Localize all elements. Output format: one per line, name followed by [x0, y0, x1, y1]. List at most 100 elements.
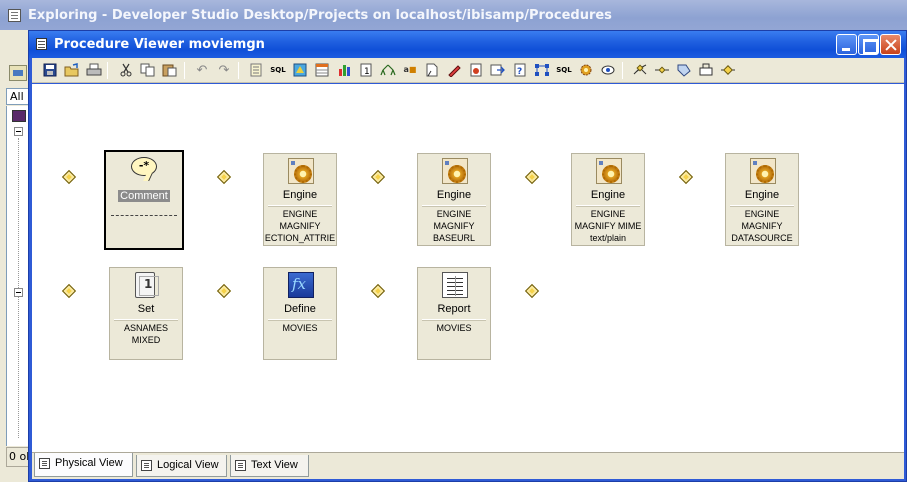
toolbar-separator [622, 62, 623, 79]
set-icon[interactable]: 1 [358, 62, 374, 78]
comment-node[interactable]: -* Comment [104, 150, 184, 250]
set-node[interactable]: Set ASNAMES MIXED [109, 267, 183, 360]
cut-icon[interactable] [118, 62, 134, 78]
node-text: ENGINEMAGNIFYBASEURLIIUUI_O_IHUI [418, 208, 490, 244]
tree-icon[interactable] [380, 62, 396, 78]
outer-explorer-pane: All F 0 ob [0, 30, 30, 482]
node-text-line: ENGINE [590, 209, 626, 219]
table-icon[interactable] [314, 62, 330, 78]
page-icon[interactable] [248, 62, 264, 78]
comment-icon: -* [131, 156, 157, 182]
join-icon[interactable]: a ■ [402, 62, 418, 78]
engine-icon [442, 158, 468, 184]
open-icon[interactable] [64, 62, 80, 78]
hierarchy-icon[interactable] [534, 62, 550, 78]
explorer-tree[interactable] [6, 106, 30, 446]
app-window-icon [8, 9, 21, 22]
node-divider [111, 215, 177, 216]
engine-icon [288, 158, 314, 184]
paste-icon[interactable] [162, 62, 178, 78]
outer-window-titlebar[interactable]: Exploring - Developer Studio Desktop/Pro… [0, 0, 907, 30]
tab-text-view[interactable]: Text View [230, 455, 309, 477]
collapse-toggle-icon[interactable] [14, 127, 23, 136]
engine-icon [750, 158, 776, 184]
node-divider [268, 319, 332, 321]
crystal-icon[interactable] [292, 62, 308, 78]
node-text: ENGINEMAGNIFYECTION_ATTRIEUUI_OO [264, 208, 336, 244]
sql-icon[interactable]: SQL [270, 62, 286, 78]
define-node[interactable]: Define MOVIES [263, 267, 337, 360]
toolbar: ↶ ↷ SQL 1 a ■ ? SQL [32, 58, 904, 83]
node-text-line: MAGNIFY [741, 221, 783, 231]
procedure-canvas[interactable]: -* Comment Engine ENGINE MAGNIFY ECTION_AT… [32, 84, 904, 452]
pencil-icon[interactable] [446, 62, 462, 78]
engine-node[interactable]: Engine ENGINE MAGNIFY MIME text/plain [571, 153, 645, 246]
node-title: Define [284, 303, 316, 315]
tab-label: Text View [251, 459, 298, 471]
collapse-toggle-icon[interactable] [14, 288, 23, 297]
node-text-line: MOVIES [282, 323, 318, 333]
node-text-line: MAGNIFY [433, 221, 475, 231]
export-icon[interactable] [490, 62, 506, 78]
node-text-line: DATASOURCE [731, 233, 793, 243]
file-icon[interactable] [424, 62, 440, 78]
node-divider [422, 319, 486, 321]
help-icon[interactable]: ? [512, 62, 528, 78]
connector-node[interactable] [61, 169, 77, 185]
connector-node[interactable] [216, 283, 232, 299]
tab-logical-view[interactable]: Logical View [136, 455, 227, 477]
redo-icon[interactable]: ↷ [216, 62, 232, 78]
svg-text:1: 1 [364, 67, 370, 77]
folder-picture-icon[interactable] [9, 65, 27, 81]
chart-icon[interactable] [336, 62, 352, 78]
undo-icon[interactable]: ↶ [194, 62, 210, 78]
node-text-line: ASNAMES [123, 323, 168, 333]
maximize-button[interactable] [858, 34, 879, 55]
tab-physical-view[interactable]: Physical View [34, 453, 133, 477]
procedure-viewer-titlebar[interactable]: Procedure Viewer moviemgn [29, 31, 906, 58]
connector-node[interactable] [370, 169, 386, 185]
flag-icon[interactable] [698, 62, 714, 78]
print-icon[interactable] [86, 62, 102, 78]
close-button[interactable] [880, 34, 901, 55]
explorer-filter-field[interactable]: All F [6, 88, 30, 105]
engine-icon[interactable] [578, 62, 594, 78]
node-text: ASNAMES MIXED [110, 322, 182, 358]
connect-icon[interactable] [632, 62, 648, 78]
function-icon [288, 272, 314, 298]
tag-icon[interactable] [676, 62, 692, 78]
minimize-button[interactable] [836, 34, 857, 55]
view-icon[interactable] [600, 62, 616, 78]
svg-text:?: ? [517, 67, 522, 77]
tab-label: Physical View [55, 457, 123, 469]
window-title: Procedure Viewer moviemgn [54, 37, 265, 52]
sql-report-icon[interactable]: SQL [556, 62, 572, 78]
report-node[interactable]: Report MOVIES [417, 267, 491, 360]
connector-node[interactable] [524, 283, 540, 299]
logical-view-icon [141, 460, 152, 471]
engine-node[interactable]: Engine ENGINEMAGNIFYBASEURLIIUUI_O_IHUI [417, 153, 491, 246]
node-text-line: MIXED [131, 335, 161, 345]
report-icon[interactable] [468, 62, 484, 78]
engine-icon [596, 158, 622, 184]
node-text-line: ENGINE [282, 209, 318, 219]
link-icon[interactable] [654, 62, 670, 78]
engine-node[interactable]: Engine ENGINEMAGNIFYECTION_ATTRIEUUI_OO [263, 153, 337, 246]
copy-icon[interactable] [140, 62, 156, 78]
connector-node[interactable] [61, 283, 77, 299]
outer-window-title: Exploring - Developer Studio Desktop/Pro… [28, 8, 612, 23]
connector-node[interactable] [370, 283, 386, 299]
toolbar-separator [184, 62, 185, 79]
connector-node[interactable] [524, 169, 540, 185]
connector-node[interactable] [216, 169, 232, 185]
connector-node[interactable] [678, 169, 694, 185]
node-divider [114, 319, 178, 321]
node-text-line: text/plain [589, 233, 627, 243]
diamond-icon[interactable] [720, 62, 736, 78]
node-title: Comment [118, 190, 170, 202]
status-bar: 0 ob [6, 447, 30, 467]
save-icon[interactable] [42, 62, 58, 78]
engine-node[interactable]: Engine ENGINEMAGNIFYDATASOURCE. [725, 153, 799, 246]
node-title: Engine [282, 189, 318, 201]
node-text-line: MAGNIFY [279, 221, 321, 231]
